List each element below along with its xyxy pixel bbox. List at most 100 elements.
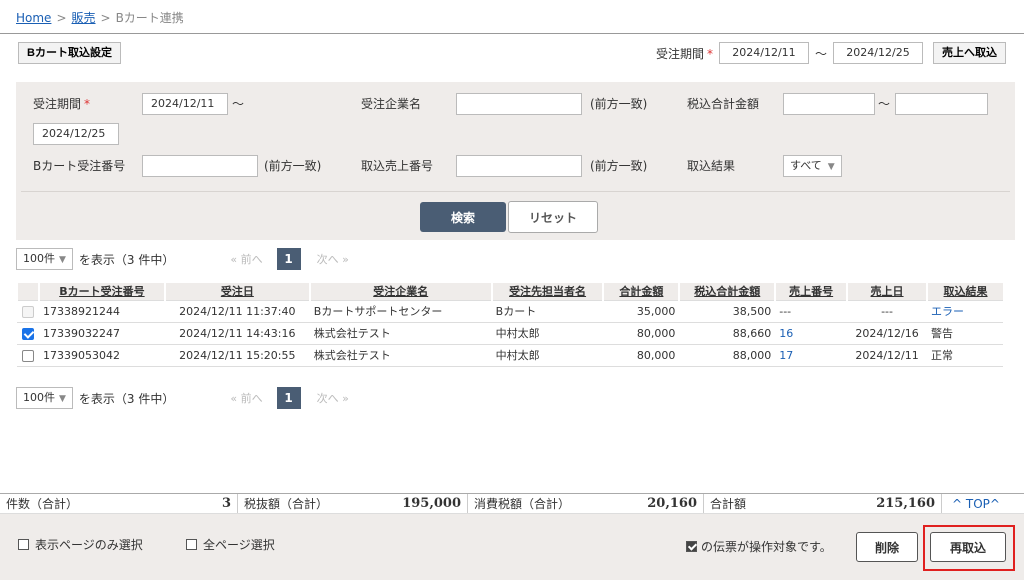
sales-no-input[interactable]: [456, 155, 582, 177]
record-count-text: を表示（3 件中）: [78, 252, 175, 267]
current-page[interactable]: 1: [276, 248, 301, 270]
row-checkbox[interactable]: [21, 349, 34, 362]
order-date-cell: 2024/12/11 14:43:16: [164, 321, 310, 345]
row-select-cell: [17, 299, 39, 323]
order-no-cell: 17339053042: [38, 343, 165, 367]
table-row[interactable]: 17339053042 2024/12/11 15:20:55 株式会社テスト …: [17, 343, 1003, 367]
chevron-up-icon: ^: [989, 496, 1000, 511]
per-page-select[interactable]: 100件 ▼: [16, 248, 73, 270]
contact-cell: Bカート: [491, 299, 604, 323]
sales-no-label: 取込売上番号: [361, 159, 434, 173]
contact-cell: 中村太郎: [491, 321, 604, 345]
order-table: Bカート受注番号 受注日 受注企業名 受注先担当者名 合計金額 税込合計金額 売…: [16, 283, 1003, 367]
header-total-tax[interactable]: 税込合計金額: [678, 283, 776, 300]
checkbox-icon[interactable]: [186, 539, 197, 550]
table-row[interactable]: 17338921244 2024/12/11 11:37:40 Bカートサポート…: [17, 299, 1003, 323]
next-page-link[interactable]: 次へ »: [317, 251, 349, 267]
row-select-cell: [17, 321, 39, 345]
header-sales-date[interactable]: 売上日: [846, 283, 928, 300]
sales-no-partial-note: (前方一致): [590, 159, 648, 173]
sales-no-link[interactable]: 17: [775, 343, 848, 367]
next-page-link[interactable]: 次へ »: [317, 390, 349, 406]
search-panel: 受注期間 * 2024/12/11 ～ 2024/12/25 受注企業名 (前方一…: [16, 82, 1015, 240]
header-company[interactable]: 受注企業名: [308, 283, 492, 300]
company-label: 受注企業名: [361, 97, 422, 111]
period-to-input[interactable]: 2024/12/25: [833, 42, 923, 64]
breadcrumb-current: Bカート連携: [115, 11, 184, 25]
top-link[interactable]: ^ TOP^: [942, 497, 1000, 511]
per-page-select[interactable]: 100件 ▼: [16, 387, 73, 409]
header-result[interactable]: 取込結果: [926, 283, 1003, 300]
bcart-import-settings-button[interactable]: Bカート取込設定: [18, 42, 121, 64]
row-checkbox: [21, 305, 34, 318]
company-input[interactable]: [456, 93, 582, 115]
result-cell: 正常: [927, 343, 1003, 367]
company-cell: 株式会社テスト: [309, 343, 492, 367]
breadcrumb-separator: >: [100, 11, 111, 25]
row-checkbox[interactable]: [21, 327, 34, 340]
pager-top: 100件 ▼ を表示（3 件中） « 前へ 1 次へ »: [16, 248, 349, 270]
period-tilde: ～: [814, 46, 827, 61]
order-no-cell: 17339032247: [38, 321, 165, 345]
order-period-from-input[interactable]: 2024/12/11: [142, 93, 228, 115]
prev-page-link[interactable]: « 前へ: [230, 251, 262, 267]
total-tax-cell: 38,500: [679, 299, 776, 323]
record-count-text: を表示（3 件中）: [78, 391, 175, 406]
search-button[interactable]: 検索: [420, 202, 506, 232]
bcart-order-no-partial-note: (前方一致): [264, 159, 322, 173]
header-order-date[interactable]: 受注日: [163, 283, 310, 300]
header-sales-no[interactable]: 売上番号: [774, 283, 848, 300]
total-amount-from-input[interactable]: [783, 93, 875, 115]
delete-button[interactable]: 削除: [856, 532, 918, 562]
period-label: 受注期間 *: [655, 46, 713, 61]
company-cell: Bカートサポートセンター: [309, 299, 492, 323]
search-divider: [21, 191, 1010, 192]
header-total[interactable]: 合計金額: [602, 283, 680, 300]
header-order-no[interactable]: Bカート受注番号: [37, 283, 165, 300]
breadcrumb: Home > 販売 > Bカート連携: [16, 9, 184, 26]
total-amount-to-input[interactable]: [895, 93, 988, 115]
select-page-only[interactable]: 表示ページのみ選択: [18, 536, 143, 553]
sales-date-cell: 2024/12/11: [847, 343, 928, 367]
order-date-cell: 2024/12/11 15:20:55: [164, 343, 310, 367]
header-contact[interactable]: 受注先担当者名: [490, 283, 604, 300]
import-result-select[interactable]: すべて ▼: [783, 155, 842, 177]
total-tax-cell: 88,660: [679, 321, 776, 345]
company-partial-note: (前方一致): [590, 97, 648, 111]
header-divider: [0, 33, 1024, 34]
breadcrumb-home-link[interactable]: Home: [16, 11, 51, 25]
prev-page-link[interactable]: « 前へ: [230, 390, 262, 406]
company-cell: 株式会社テスト: [309, 321, 492, 345]
sales-no-link[interactable]: 16: [775, 321, 848, 345]
total-cell: 80,000: [603, 343, 680, 367]
pretax-total: 税抜額（合計） 195,000: [238, 494, 468, 513]
breadcrumb-sales-link[interactable]: 販売: [72, 11, 96, 25]
select-all-pages[interactable]: 全ページ選択: [186, 536, 275, 553]
import-result-label: 取込結果: [687, 159, 736, 173]
table-row[interactable]: 17339032247 2024/12/11 14:43:16 株式会社テスト …: [17, 321, 1003, 345]
import-to-sales-button[interactable]: 売上へ取込: [933, 42, 1006, 64]
chevron-down-icon: ▼: [59, 255, 66, 265]
table-header-row: Bカート受注番号 受注日 受注企業名 受注先担当者名 合計金額 税込合計金額 売…: [16, 283, 1003, 300]
grand-total: 合計額 215,160: [704, 494, 942, 513]
breadcrumb-separator: >: [56, 11, 67, 25]
chevron-down-icon: ▼: [827, 162, 835, 172]
bcart-order-no-input[interactable]: [142, 155, 258, 177]
order-period-tilde: ～: [232, 97, 245, 111]
current-page[interactable]: 1: [276, 387, 301, 409]
result-cell: 警告: [927, 321, 1003, 345]
order-period-to-input[interactable]: 2024/12/25: [33, 123, 119, 145]
total-tax-cell: 88,000: [679, 343, 776, 367]
result-link[interactable]: エラー: [927, 299, 1003, 323]
footer-bar: 表示ページのみ選択 全ページ選択 の伝票が操作対象です。 削除 再取込: [0, 514, 1024, 580]
total-cell: 35,000: [603, 299, 680, 323]
order-period-label: 受注期間 *: [33, 97, 91, 111]
reset-button[interactable]: リセット: [508, 201, 598, 233]
header-select: [16, 283, 39, 300]
checkbox-icon[interactable]: [18, 539, 29, 550]
period-from-input[interactable]: 2024/12/11: [718, 42, 809, 64]
sales-no-cell: ---: [775, 299, 848, 323]
sales-date-cell: ---: [847, 299, 928, 323]
total-amount-label: 税込合計金額: [687, 97, 760, 111]
total-amount-tilde: ～: [878, 97, 891, 111]
